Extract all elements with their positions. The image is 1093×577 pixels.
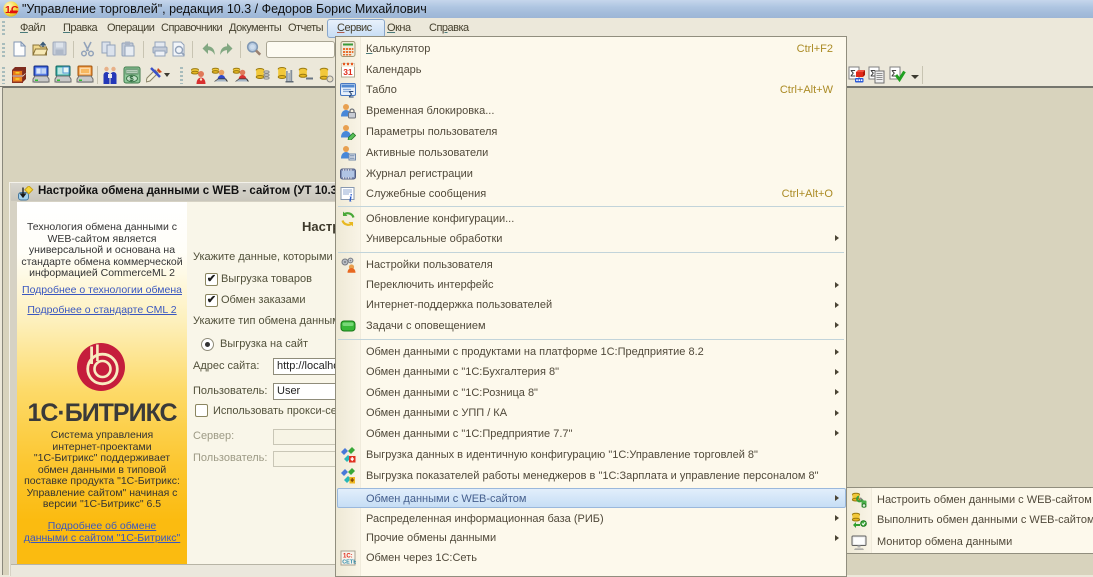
svg-text:Σ: Σ bbox=[349, 90, 355, 99]
svg-text:СЕТЬ: СЕТЬ bbox=[342, 559, 356, 565]
svg-text:1С: 1С bbox=[5, 4, 19, 16]
svg-text:Σ: Σ bbox=[850, 69, 856, 79]
svg-text:31: 31 bbox=[343, 67, 353, 77]
